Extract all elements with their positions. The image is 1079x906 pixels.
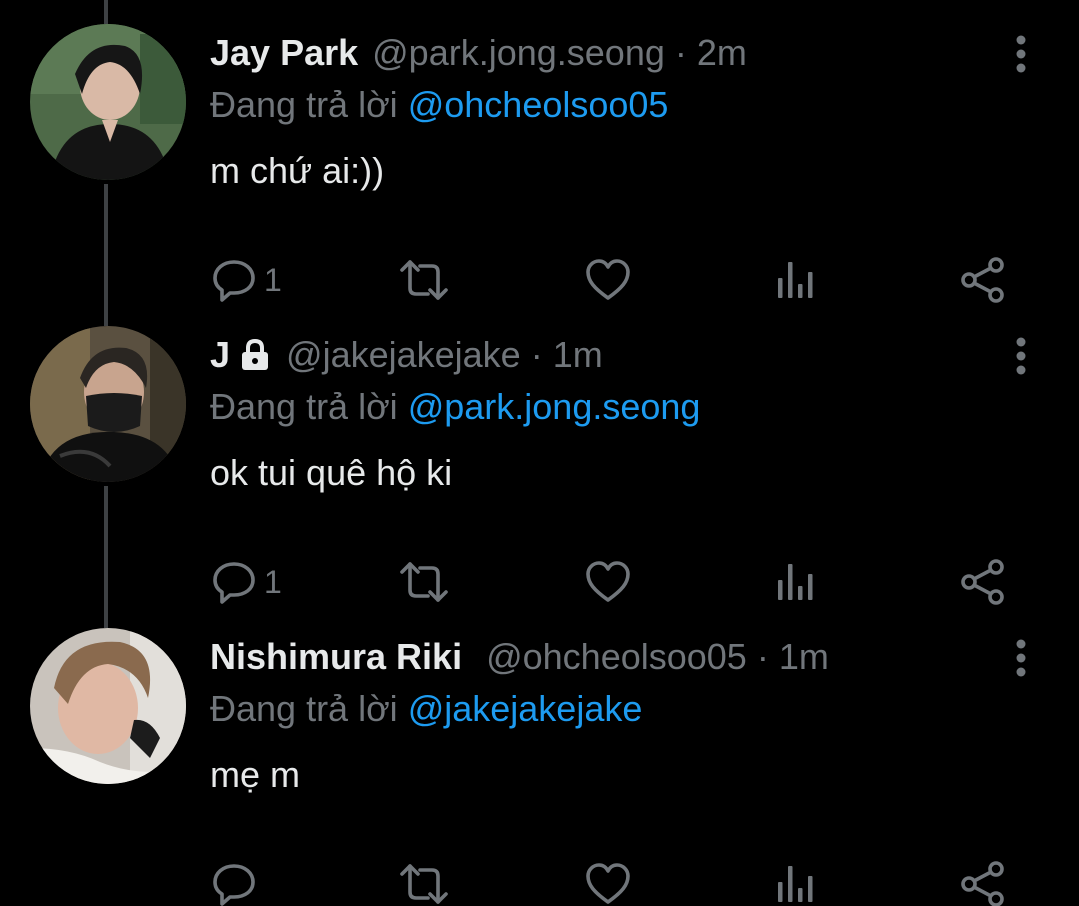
reply-button[interactable]: 1 bbox=[210, 252, 282, 308]
tweet-2[interactable]: J @jakejakejake · 1m Đang trả lời @park.… bbox=[0, 326, 1079, 630]
replying-to-label: Đang trả lời bbox=[210, 84, 398, 125]
display-name[interactable]: Nishimura Riki bbox=[210, 636, 462, 678]
views-button[interactable] bbox=[776, 554, 816, 610]
avatar[interactable] bbox=[30, 326, 186, 482]
tweet-text: ok tui quê hộ ki bbox=[210, 452, 453, 493]
avatar[interactable] bbox=[30, 24, 186, 180]
tweet-actions: 1 bbox=[210, 252, 1010, 308]
replying-to-handle-link[interactable]: @park.jong.seong bbox=[408, 386, 701, 427]
views-bar-chart-icon bbox=[776, 256, 816, 304]
lock-icon bbox=[238, 338, 272, 372]
share-button[interactable] bbox=[960, 252, 1006, 308]
replying-to: Đang trả lời @jakejakejake bbox=[210, 688, 642, 730]
views-button[interactable] bbox=[776, 252, 816, 308]
timestamp[interactable]: 1m bbox=[553, 334, 603, 376]
thread-line-top bbox=[104, 0, 108, 24]
share-icon bbox=[960, 860, 1006, 906]
retweet-button[interactable] bbox=[398, 252, 450, 308]
reply-count: 1 bbox=[264, 563, 282, 600]
user-handle[interactable]: @park.jong.seong bbox=[372, 32, 665, 74]
tweet-actions: 1 bbox=[210, 554, 1010, 610]
reply-button[interactable] bbox=[210, 856, 264, 906]
timestamp[interactable]: 1m bbox=[779, 636, 829, 678]
replying-to: Đang trả lời @ohcheolsoo05 bbox=[210, 84, 668, 126]
reply-count: 1 bbox=[264, 261, 282, 298]
more-vertical-icon[interactable] bbox=[1009, 34, 1033, 74]
replying-to-handle-link[interactable]: @jakejakejake bbox=[408, 688, 643, 729]
retweet-icon bbox=[398, 860, 450, 906]
share-icon bbox=[960, 558, 1006, 606]
separator-dot: · bbox=[674, 32, 687, 73]
reply-bubble-icon bbox=[210, 860, 258, 906]
tweet-1[interactable]: Jay Park @park.jong.seong · 2m Đang trả … bbox=[0, 24, 1079, 328]
more-vertical-icon[interactable] bbox=[1009, 336, 1033, 376]
retweet-button[interactable] bbox=[398, 554, 450, 610]
heart-icon bbox=[584, 558, 632, 606]
reply-button[interactable]: 1 bbox=[210, 554, 282, 610]
tweet-header: Jay Park @park.jong.seong · 2m bbox=[210, 28, 747, 78]
tweet-header: J @jakejakejake · 1m bbox=[210, 330, 603, 380]
heart-icon bbox=[584, 860, 632, 906]
tweet-text: mẹ m bbox=[210, 754, 300, 795]
display-name[interactable]: J bbox=[210, 334, 230, 376]
retweet-button[interactable] bbox=[398, 856, 450, 906]
replying-to-label: Đang trả lời bbox=[210, 688, 398, 729]
share-button[interactable] bbox=[960, 554, 1006, 610]
retweet-icon bbox=[398, 256, 450, 304]
replying-to-handle-link[interactable]: @ohcheolsoo05 bbox=[408, 84, 669, 125]
tweet-3[interactable]: Nishimura Riki @ohcheolsoo05 · 1m Đang t… bbox=[0, 628, 1079, 906]
tweet-text: m chứ ai:)) bbox=[210, 150, 385, 191]
tweet-actions bbox=[210, 856, 1010, 906]
tweet-header: Nishimura Riki @ohcheolsoo05 · 1m bbox=[210, 632, 829, 682]
display-name[interactable]: Jay Park bbox=[210, 32, 358, 74]
heart-icon bbox=[584, 256, 632, 304]
views-bar-chart-icon bbox=[776, 558, 816, 606]
replying-to-label: Đang trả lời bbox=[210, 386, 398, 427]
avatar[interactable] bbox=[30, 628, 186, 784]
reply-bubble-icon bbox=[210, 256, 258, 304]
share-icon bbox=[960, 256, 1006, 304]
user-handle[interactable]: @jakejakejake bbox=[286, 334, 521, 376]
like-button[interactable] bbox=[584, 856, 632, 906]
user-handle[interactable]: @ohcheolsoo05 bbox=[486, 636, 747, 678]
timestamp[interactable]: 2m bbox=[697, 32, 747, 74]
like-button[interactable] bbox=[584, 554, 632, 610]
views-button[interactable] bbox=[776, 856, 816, 906]
like-button[interactable] bbox=[584, 252, 632, 308]
separator-dot: · bbox=[756, 636, 769, 677]
replying-to: Đang trả lời @park.jong.seong bbox=[210, 386, 700, 428]
more-vertical-icon[interactable] bbox=[1009, 638, 1033, 678]
retweet-icon bbox=[398, 558, 450, 606]
views-bar-chart-icon bbox=[776, 860, 816, 906]
share-button[interactable] bbox=[960, 856, 1006, 906]
reply-bubble-icon bbox=[210, 558, 258, 606]
separator-dot: · bbox=[530, 334, 543, 375]
